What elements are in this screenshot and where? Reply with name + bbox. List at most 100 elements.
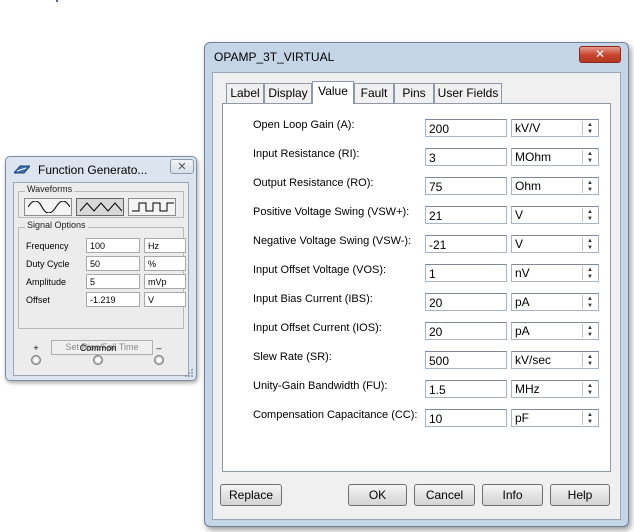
param-row: Input Resistance (RI): 3 MOhm ▲ ▼ xyxy=(253,146,607,166)
unity-gain-bandwidth-label: Unity-Gain Bandwidth (FU): xyxy=(253,380,388,392)
terminal-connector-icon[interactable] xyxy=(154,355,164,365)
negative-voltage-swing-input[interactable]: -21 xyxy=(425,235,507,253)
unit-text: pA xyxy=(515,324,530,338)
plus-terminal[interactable]: + xyxy=(16,343,56,365)
function-generator-window: Function Generato... ✕ Waveforms Signal … xyxy=(5,156,197,381)
tab-pins[interactable]: Pins xyxy=(394,83,434,103)
sine-wave-button[interactable] xyxy=(24,198,72,216)
function-generator-app-icon xyxy=(14,165,30,174)
function-generator-title: Function Generato... xyxy=(38,163,148,177)
close-icon[interactable]: ✕ xyxy=(170,159,194,174)
terminal-connector-icon[interactable] xyxy=(93,355,103,365)
minus-terminal-label: – xyxy=(156,343,162,353)
spinner-arrows-icon[interactable]: ▲ ▼ xyxy=(582,121,597,135)
function-generator-titlebar[interactable]: Function Generato... xyxy=(12,162,192,180)
square-wave-button[interactable] xyxy=(128,198,176,216)
unit-text: kV/V xyxy=(515,121,541,135)
tab-display[interactable]: Display xyxy=(264,83,312,103)
input-bias-current-unit-spinner[interactable]: pA ▲ ▼ xyxy=(511,293,599,311)
param-row: Positive Voltage Swing (VSW+): 21 V ▲ ▼ xyxy=(253,204,607,224)
replace-button[interactable]: Replace xyxy=(220,484,282,506)
param-row: Slew Rate (SR): 500 kV/sec ▲ ▼ xyxy=(253,349,607,369)
compensation-capacitance-label: Compensation Capacitance (CC): xyxy=(253,409,418,421)
input-bias-current-label: Input Bias Current (IBS): xyxy=(253,293,373,305)
input-offset-current-unit-spinner[interactable]: pA ▲ ▼ xyxy=(511,322,599,340)
amplitude-unit-field[interactable]: mVp xyxy=(144,274,186,289)
sine-wave-icon xyxy=(28,201,70,213)
spinner-arrows-icon[interactable]: ▲ ▼ xyxy=(582,295,597,309)
info-button[interactable]: Info xyxy=(482,484,543,506)
frequency-label: Frequency xyxy=(26,241,69,251)
plus-terminal-label: + xyxy=(33,343,39,353)
spinner-arrows-icon[interactable]: ▲ ▼ xyxy=(582,150,597,164)
output-resistance-input[interactable]: 75 xyxy=(425,177,507,195)
output-resistance-unit-spinner[interactable]: Ohm ▲ ▼ xyxy=(511,177,599,195)
slew-rate-unit-spinner[interactable]: kV/sec ▲ ▼ xyxy=(511,351,599,369)
minus-terminal[interactable]: – xyxy=(139,343,179,365)
output-resistance-label: Output Resistance (RO): xyxy=(253,177,374,189)
terminal-connector-icon[interactable] xyxy=(31,355,41,365)
tab-label[interactable]: Label xyxy=(226,83,264,103)
frequency-unit-field[interactable]: Hz xyxy=(144,238,186,253)
unit-text: pA xyxy=(515,295,530,309)
unity-gain-bandwidth-input[interactable]: 1.5 xyxy=(425,380,507,398)
open-loop-gain-input[interactable]: 200 xyxy=(425,119,507,137)
spinner-arrows-icon[interactable]: ▲ ▼ xyxy=(582,382,597,396)
help-button[interactable]: Help xyxy=(550,484,610,506)
compensation-capacitance-unit-spinner[interactable]: pF ▲ ▼ xyxy=(511,409,599,427)
param-row: Negative Voltage Swing (VSW-): -21 V ▲ ▼ xyxy=(253,233,607,253)
value-tab-panel: Open Loop Gain (A): 200 kV/V ▲ ▼ Input Res… xyxy=(222,103,611,472)
spinner-arrows-icon[interactable]: ▲ ▼ xyxy=(582,266,597,280)
dialog-body: Label Display Value Fault Pins User Fiel… xyxy=(212,72,621,520)
input-bias-current-input[interactable]: 20 xyxy=(425,293,507,311)
spinner-arrows-icon[interactable]: ▲ ▼ xyxy=(582,411,597,425)
unit-text: pF xyxy=(515,411,530,425)
duty-cycle-field[interactable]: 50 xyxy=(86,256,140,271)
spinner-arrows-icon[interactable]: ▲ ▼ xyxy=(582,324,597,338)
offset-field[interactable]: -1.219 xyxy=(86,292,140,307)
unit-text: Ohm xyxy=(515,179,542,193)
offset-unit-field[interactable]: V xyxy=(144,292,186,307)
param-row: Unity-Gain Bandwidth (FU): 1.5 MHz ▲ ▼ xyxy=(253,378,607,398)
input-resistance-input[interactable]: 3 xyxy=(425,148,507,166)
param-row: Compensation Capacitance (CC): 10 pF ▲ ▼ xyxy=(253,407,607,427)
compensation-capacitance-input[interactable]: 10 xyxy=(425,409,507,427)
common-terminal[interactable]: Common xyxy=(78,343,118,365)
square-wave-icon xyxy=(132,202,174,212)
ok-button[interactable]: OK xyxy=(348,484,407,506)
param-row: Input Offset Voltage (VOS): 1 nV ▲ ▼ xyxy=(253,262,607,282)
unity-gain-bandwidth-unit-spinner[interactable]: MHz ▲ ▼ xyxy=(511,380,599,398)
spinner-arrows-icon[interactable]: ▲ ▼ xyxy=(582,237,597,251)
unit-text: MOhm xyxy=(515,150,551,164)
input-offset-current-input[interactable]: 20 xyxy=(425,322,507,340)
unit-text: V xyxy=(515,208,524,222)
positive-voltage-swing-unit-spinner[interactable]: V ▲ ▼ xyxy=(511,206,599,224)
triangle-wave-button[interactable] xyxy=(76,198,124,216)
cancel-button[interactable]: Cancel xyxy=(414,484,475,506)
negative-voltage-swing-unit-spinner[interactable]: V ▲ ▼ xyxy=(511,235,599,253)
input-offset-voltage-unit-spinner[interactable]: nV ▲ ▼ xyxy=(511,264,599,282)
input-offset-current-label: Input Offset Current (IOS): xyxy=(253,322,382,334)
resize-grip-icon[interactable] xyxy=(184,368,194,378)
tab-user-fields[interactable]: User Fields xyxy=(434,83,502,103)
spinner-arrows-icon[interactable]: ▲ ▼ xyxy=(582,353,597,367)
unit-text: V xyxy=(515,237,524,251)
open-loop-gain-unit-spinner[interactable]: kV/V ▲ ▼ xyxy=(511,119,599,137)
input-offset-voltage-input[interactable]: 1 xyxy=(425,264,507,282)
opamp-properties-dialog: OPAMP_3T_VIRTUAL ✕ Label Display Value F… xyxy=(204,42,629,527)
frequency-field[interactable]: 100 xyxy=(86,238,140,253)
tab-fault[interactable]: Fault xyxy=(354,83,394,103)
amplitude-field[interactable]: 5 xyxy=(86,274,140,289)
input-resistance-unit-spinner[interactable]: MOhm ▲ ▼ xyxy=(511,148,599,166)
slew-rate-input[interactable]: 500 xyxy=(425,351,507,369)
negative-voltage-swing-label: Negative Voltage Swing (VSW-): xyxy=(253,235,412,247)
param-row: Input Offset Current (IOS): 20 pA ▲ ▼ xyxy=(253,320,607,340)
duty-cycle-unit-field[interactable]: % xyxy=(144,256,186,271)
dialog-title: OPAMP_3T_VIRTUAL xyxy=(214,50,335,64)
spinner-arrows-icon[interactable]: ▲ ▼ xyxy=(582,208,597,222)
param-row: Input Bias Current (IBS): 20 pA ▲ ▼ xyxy=(253,291,607,311)
positive-voltage-swing-input[interactable]: 21 xyxy=(425,206,507,224)
tab-value[interactable]: Value xyxy=(312,81,354,104)
spinner-arrows-icon[interactable]: ▲ ▼ xyxy=(582,179,597,193)
close-icon[interactable]: ✕ xyxy=(579,46,621,63)
